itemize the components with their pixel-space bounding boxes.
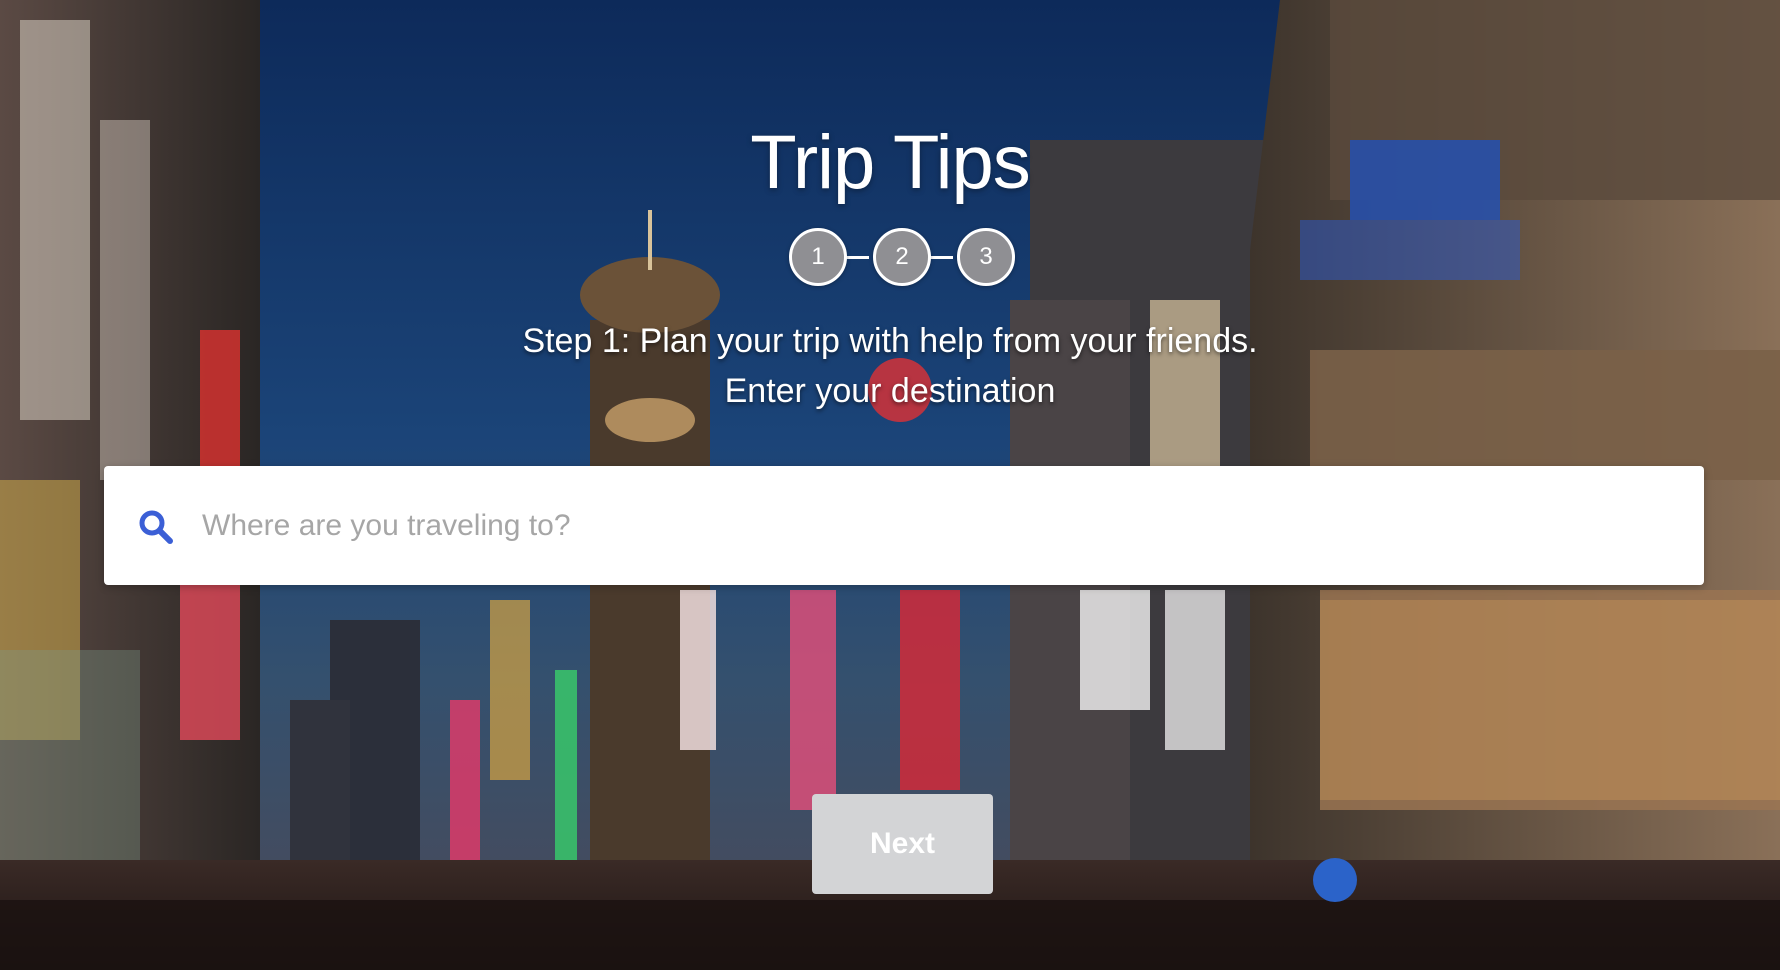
next-button[interactable]: Next [812, 794, 993, 894]
step-1: 1 [789, 228, 847, 286]
app-title: Trip Tips [750, 119, 1031, 205]
step-2: 2 [873, 228, 931, 286]
step-indicator: 1 2 3 [789, 228, 1017, 286]
search-icon [136, 507, 176, 547]
destination-search-input[interactable] [202, 496, 1662, 556]
destination-prompt: Enter your destination [724, 372, 1056, 410]
step-description: Step 1: Plan your trip with help from yo… [522, 322, 1258, 360]
step-3: 3 [957, 228, 1015, 286]
